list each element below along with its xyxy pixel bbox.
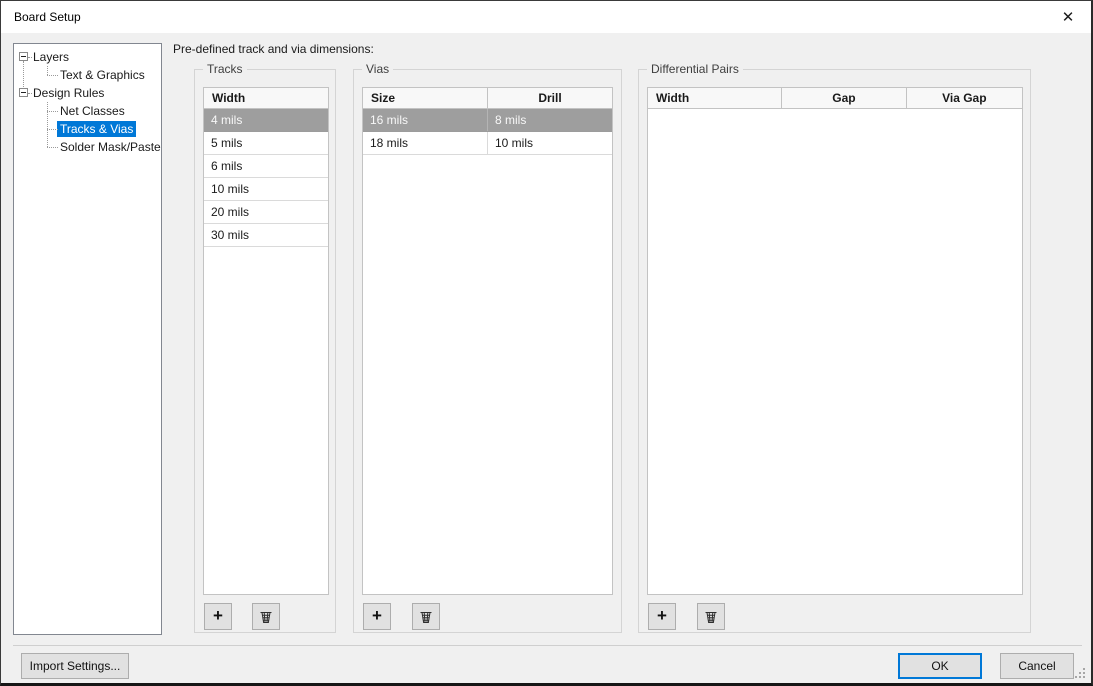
track-width-cell[interactable]: 30 mils	[204, 224, 328, 246]
sidebar-item-solder-mask-paste[interactable]: Solder Mask/Paste	[14, 138, 161, 156]
differential-pairs-group: Differential Pairs Width Gap Via Gap +	[638, 69, 1031, 633]
track-width-cell[interactable]: 6 mils	[204, 155, 328, 177]
title-bar[interactable]: Board Setup ✕	[1, 1, 1091, 33]
differential-pairs-table[interactable]: Width Gap Via Gap	[647, 87, 1023, 595]
column-header-width[interactable]: Width	[204, 88, 328, 108]
tree-connector	[47, 111, 58, 112]
vias-table-header: Size Drill	[363, 88, 612, 109]
column-header-via-gap[interactable]: Via Gap	[906, 88, 1022, 108]
tracks-table-header: Width	[204, 88, 328, 109]
sidebar-item-net-classes[interactable]: Net Classes	[14, 102, 161, 120]
tracks-table[interactable]: Width 4 mils 5 mils 6 mils 10 mils 20 mi…	[203, 87, 329, 595]
plus-icon: +	[213, 606, 223, 626]
track-width-cell[interactable]: 4 mils	[204, 109, 328, 131]
sidebar-item-design-rules[interactable]: Design Rules	[14, 84, 161, 102]
vias-group: Vias Size Drill 16 mils 8 mils 18 mils 1…	[353, 69, 622, 633]
tree-connector	[28, 93, 32, 94]
column-header-drill[interactable]: Drill	[487, 88, 612, 108]
board-setup-dialog: Board Setup ✕ Layers Text & Graphics Des…	[0, 0, 1093, 686]
import-settings-button[interactable]: Import Settings...	[21, 653, 129, 679]
cancel-button[interactable]: Cancel	[1000, 653, 1074, 679]
table-row[interactable]: 4 mils	[204, 109, 328, 132]
track-width-cell[interactable]: 10 mils	[204, 178, 328, 200]
resize-grip[interactable]	[1074, 667, 1086, 679]
differential-pairs-table-header: Width Gap Via Gap	[648, 88, 1022, 109]
table-row[interactable]: 5 mils	[204, 132, 328, 155]
sidebar-item-tracks-vias[interactable]: Tracks & Vias	[14, 120, 161, 138]
footer-divider	[13, 645, 1082, 646]
tree-connector	[28, 57, 32, 58]
tree-connector	[47, 147, 58, 148]
via-drill-cell[interactable]: 10 mils	[487, 132, 612, 154]
vias-table[interactable]: Size Drill 16 mils 8 mils 18 mils 10 mil…	[362, 87, 613, 595]
add-diff-pair-button[interactable]: +	[648, 603, 676, 630]
table-row[interactable]: 6 mils	[204, 155, 328, 178]
trash-icon	[418, 609, 434, 625]
column-header-width[interactable]: Width	[648, 88, 781, 108]
tree-item-label: Text & Graphics	[57, 67, 148, 83]
tracks-group: Tracks Width 4 mils 5 mils 6 mils 10 mil…	[194, 69, 336, 633]
tree-item-label: Net Classes	[57, 103, 128, 119]
table-row[interactable]: 30 mils	[204, 224, 328, 247]
ok-button[interactable]: OK	[898, 653, 982, 679]
via-size-cell[interactable]: 16 mils	[363, 109, 487, 131]
settings-tree[interactable]: Layers Text & Graphics Design Rules Net …	[13, 43, 162, 635]
tree-item-label: Design Rules	[30, 85, 107, 101]
section-label: Pre-defined track and via dimensions:	[173, 42, 374, 56]
table-row[interactable]: 18 mils 10 mils	[363, 132, 612, 155]
table-row[interactable]: 16 mils 8 mils	[363, 109, 612, 132]
table-row[interactable]: 20 mils	[204, 201, 328, 224]
via-size-cell[interactable]: 18 mils	[363, 132, 487, 154]
delete-track-button[interactable]	[252, 603, 280, 630]
delete-via-button[interactable]	[412, 603, 440, 630]
delete-diff-pair-button[interactable]	[697, 603, 725, 630]
via-drill-cell[interactable]: 8 mils	[487, 109, 612, 131]
tree-item-label: Solder Mask/Paste	[57, 139, 164, 155]
plus-icon: +	[657, 606, 667, 626]
trash-icon	[703, 609, 719, 625]
differential-pairs-group-label: Differential Pairs	[647, 62, 743, 76]
table-empty-area[interactable]	[648, 109, 1022, 595]
plus-icon: +	[372, 606, 382, 626]
sidebar-item-layers[interactable]: Layers	[14, 48, 161, 66]
collapse-icon[interactable]	[19, 88, 28, 97]
ok-label: OK	[931, 659, 948, 673]
track-width-cell[interactable]: 20 mils	[204, 201, 328, 223]
trash-icon	[258, 609, 274, 625]
collapse-icon[interactable]	[19, 52, 28, 61]
window-title: Board Setup	[14, 10, 81, 24]
tree-connector	[47, 75, 58, 76]
sidebar-item-text-graphics[interactable]: Text & Graphics	[14, 66, 161, 84]
vias-group-label: Vias	[362, 62, 393, 76]
import-settings-label: Import Settings...	[30, 659, 121, 673]
tracks-group-label: Tracks	[203, 62, 247, 76]
tree-item-label-selected: Tracks & Vias	[57, 121, 136, 137]
column-header-size[interactable]: Size	[363, 88, 487, 108]
add-via-button[interactable]: +	[363, 603, 391, 630]
tree-item-label: Layers	[30, 49, 72, 65]
tree-connector	[47, 129, 58, 130]
close-icon[interactable]: ✕	[1047, 1, 1089, 32]
table-row[interactable]: 10 mils	[204, 178, 328, 201]
add-track-button[interactable]: +	[204, 603, 232, 630]
cancel-label: Cancel	[1018, 659, 1055, 673]
track-width-cell[interactable]: 5 mils	[204, 132, 328, 154]
column-header-gap[interactable]: Gap	[781, 88, 905, 108]
